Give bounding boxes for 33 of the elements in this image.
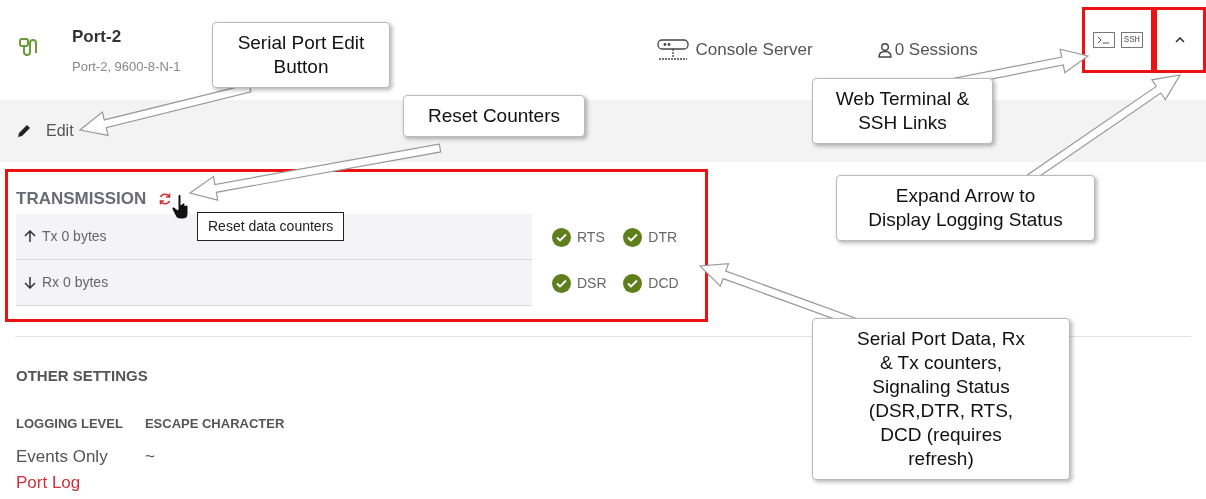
port-subtitle: Port-2, 9600-8-N-1 bbox=[72, 58, 181, 76]
signal-label: RTS bbox=[577, 227, 605, 247]
port-title: Port-2 bbox=[72, 25, 123, 48]
ssh-button[interactable]: SSH bbox=[1120, 32, 1143, 48]
counter-label: Rx 0 bytes bbox=[42, 273, 109, 292]
edit-button[interactable]: Edit bbox=[16, 119, 74, 143]
counter-label: Tx 0 bytes bbox=[42, 227, 107, 246]
user-icon bbox=[876, 42, 893, 58]
signal-label: DTR bbox=[648, 227, 678, 247]
port-log-link[interactable]: Port Log bbox=[16, 473, 81, 493]
device-type: Console Server bbox=[695, 39, 813, 62]
callout-box: Serial Port Edit Button bbox=[212, 22, 390, 88]
web-terminal-button[interactable] bbox=[1092, 32, 1115, 48]
setting-label: LOGGING LEVEL bbox=[16, 414, 123, 433]
refresh-icon[interactable] bbox=[158, 192, 173, 206]
server-icon bbox=[655, 38, 692, 62]
callout-box: Web Terminal & SSH Links bbox=[812, 78, 993, 144]
setting-value: Events Only bbox=[16, 447, 109, 467]
callout-box: Reset Counters bbox=[403, 95, 585, 137]
setting-label: ESCAPE CHARACTER bbox=[144, 414, 285, 433]
sessions-count: 0 Sessions bbox=[894, 39, 978, 62]
section-title: OTHER SETTINGS bbox=[16, 366, 148, 386]
section-title: TRANSMISSION bbox=[16, 188, 147, 211]
terminal-prompt-icon bbox=[1096, 36, 1111, 44]
callout-box: Expand Arrow to Display Logging Status bbox=[836, 175, 1095, 241]
tooltip: Reset data counters bbox=[197, 212, 345, 241]
arrow-down-icon bbox=[24, 276, 36, 289]
callout-box: Serial Port Data, Rx & Tx counters, Signaling Status (DSR,DTR, RTS, DCD (requires refresh) bbox=[812, 318, 1070, 480]
setting-value: ~ bbox=[144, 447, 156, 467]
signal-label: DCD bbox=[648, 273, 679, 293]
pencil-icon bbox=[16, 123, 32, 139]
arrow-up-icon bbox=[24, 230, 36, 243]
signal-label: DSR bbox=[577, 273, 607, 293]
